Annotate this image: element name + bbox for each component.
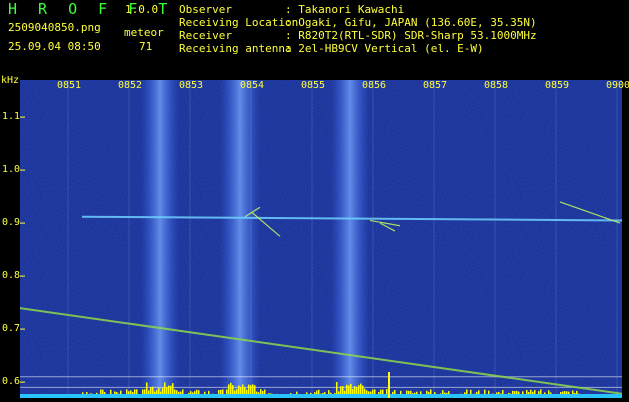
info-value-receiver: : R820T2(RTL-SDR) SDR-Sharp 53.1000MHz bbox=[285, 29, 537, 42]
x-tick-label: 0853 bbox=[179, 80, 204, 91]
info-key-receiver: Receiver bbox=[179, 29, 232, 42]
file-name: 2509040850.png bbox=[8, 21, 101, 34]
echo-band-2 bbox=[220, 80, 260, 398]
y-tick-label: 1.1 bbox=[2, 111, 21, 123]
observation-datetime: 25.09.04 08:50 bbox=[8, 40, 101, 53]
spectrogram-chart bbox=[0, 80, 623, 398]
x-tick-label: 0859 bbox=[545, 80, 570, 91]
info-key-observer: Observer bbox=[179, 3, 232, 16]
level-floor bbox=[20, 394, 622, 398]
info-value-antenna: : 2el-HB9CV Vertical (el. E-W) bbox=[285, 42, 484, 55]
x-tick-label: 0855 bbox=[301, 80, 326, 91]
app-version: 1.0.0 bbox=[125, 3, 159, 16]
detection-type-label: meteor bbox=[124, 26, 164, 39]
spectrogram-svg bbox=[0, 80, 623, 398]
x-tick-label: 0852 bbox=[118, 80, 143, 91]
x-tick-label: 0856 bbox=[362, 80, 387, 91]
y-tick-label: 0.7 bbox=[2, 323, 21, 335]
header-panel: H R O F F T 1.0.0 2509040850.png 25.09.0… bbox=[0, 0, 629, 78]
echo-band-3 bbox=[331, 80, 369, 398]
y-axis-unit: kHz bbox=[1, 75, 20, 86]
x-tick-label: 0900 bbox=[606, 80, 629, 91]
y-tick-label: 0.9 bbox=[2, 217, 21, 229]
x-tick-label: 0857 bbox=[423, 80, 448, 91]
x-tick-label: 0851 bbox=[57, 80, 82, 91]
info-key-antenna: Receiving antenna bbox=[179, 42, 292, 55]
y-tick-label: 0.8 bbox=[2, 270, 21, 282]
y-tick-label: 1.0 bbox=[2, 164, 21, 176]
y-tick-label: 0.6 bbox=[2, 376, 21, 388]
info-value-location: : Ogaki, Gifu, JAPAN (136.60E, 35.35N) bbox=[285, 16, 537, 29]
info-key-location: Receiving Location bbox=[179, 16, 299, 29]
x-tick-label: 0858 bbox=[484, 80, 509, 91]
echo-band-1 bbox=[141, 80, 179, 398]
x-tick-label: 0854 bbox=[240, 80, 265, 91]
info-value-observer: : Takanori Kawachi bbox=[285, 3, 405, 16]
detection-count: 71 bbox=[139, 40, 153, 53]
level-spike bbox=[388, 372, 390, 398]
